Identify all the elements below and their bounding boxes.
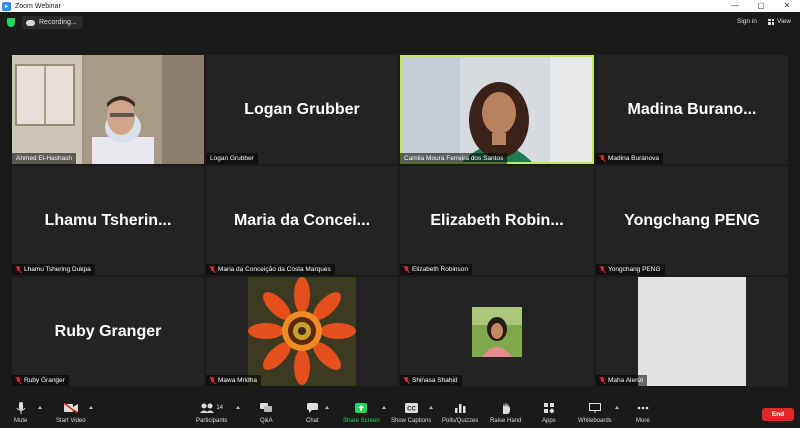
participant-video bbox=[12, 55, 204, 164]
participant-tile-mawa[interactable]: Mawa Mridha bbox=[206, 277, 398, 386]
participant-display-name: Lhamu Tsherin... bbox=[44, 211, 172, 229]
participant-name-label: Maria da Conceição da Costa Marques bbox=[206, 264, 335, 275]
whiteboards-options-caret[interactable] bbox=[615, 406, 619, 409]
muted-mic-icon bbox=[600, 266, 605, 273]
raise-hand-icon bbox=[501, 402, 511, 414]
muted-mic-icon bbox=[16, 266, 21, 273]
svg-text:CC: CC bbox=[407, 407, 416, 413]
participant-name-label: Yongchang PENG bbox=[596, 264, 665, 275]
participant-tile-logan[interactable]: Logan Grubber Logan Grubber bbox=[206, 55, 398, 164]
participants-count: 14 bbox=[216, 405, 224, 411]
participant-display-name: Elizabeth Robin... bbox=[430, 211, 564, 229]
window-controls: — ▢ ✕ bbox=[722, 0, 800, 12]
polls-button[interactable]: Polls/Quizzes bbox=[442, 402, 478, 424]
mute-options-caret[interactable] bbox=[38, 406, 42, 409]
participants-button[interactable]: 14 Participants bbox=[196, 402, 227, 424]
chat-options-caret[interactable] bbox=[325, 406, 329, 409]
participant-tile-ruby[interactable]: Ruby Granger Ruby Granger bbox=[12, 277, 204, 386]
captions-icon: CC bbox=[404, 402, 418, 414]
video-off-icon bbox=[63, 402, 78, 414]
sign-in-link[interactable]: Sign in bbox=[737, 18, 757, 25]
polls-icon bbox=[454, 402, 466, 414]
participant-name-label: Elizabeth Robinson bbox=[400, 264, 473, 275]
muted-mic-icon bbox=[16, 377, 21, 384]
window-titlebar: ▸ Zoom Webinar — ▢ ✕ bbox=[0, 0, 800, 12]
participant-name-label: Logan Grubber bbox=[206, 153, 258, 164]
muted-mic-icon bbox=[600, 377, 605, 384]
raise-hand-button[interactable]: Raise Hand bbox=[490, 402, 521, 424]
profile-picture-flower bbox=[206, 277, 398, 386]
more-icon bbox=[637, 402, 649, 414]
participant-name-label: Madina Buranova bbox=[596, 153, 663, 164]
participants-options-caret[interactable] bbox=[236, 406, 240, 409]
participant-name-label: Ruby Granger bbox=[12, 375, 69, 386]
whiteboard-icon bbox=[588, 402, 601, 414]
muted-mic-icon bbox=[210, 266, 215, 273]
apps-button[interactable]: Apps bbox=[542, 402, 556, 424]
participant-name-label: Ahmed El-Hashash bbox=[12, 153, 76, 164]
captions-options-caret[interactable] bbox=[429, 406, 433, 409]
participants-icon: 14 bbox=[200, 402, 223, 414]
muted-mic-icon bbox=[600, 155, 605, 162]
share-screen-icon bbox=[355, 402, 368, 414]
chat-icon bbox=[306, 402, 318, 414]
participant-display-name: Ruby Granger bbox=[54, 322, 162, 340]
participant-tile-maria[interactable]: Maria da Concei... Maria da Conceição da… bbox=[206, 166, 398, 275]
participant-tile-maha[interactable]: Maha Alenzi bbox=[596, 277, 788, 386]
profile-picture bbox=[596, 277, 788, 386]
participant-tile-ahmed[interactable]: Ahmed El-Hashash bbox=[12, 55, 204, 164]
end-button[interactable]: End bbox=[762, 408, 794, 421]
muted-mic-icon bbox=[404, 266, 409, 273]
mute-button[interactable]: Mute bbox=[14, 402, 27, 424]
meeting-toolbar: Mute Start Video 14 Participants Q&A Cha… bbox=[0, 399, 800, 428]
cloud-icon bbox=[26, 19, 35, 26]
chat-button[interactable]: Chat bbox=[306, 402, 319, 424]
video-options-caret[interactable] bbox=[89, 406, 93, 409]
participant-display-name: Logan Grubber bbox=[244, 100, 360, 118]
close-button[interactable]: ✕ bbox=[774, 0, 800, 12]
participant-display-name: Madina Burano... bbox=[627, 100, 757, 118]
participant-name-label: Camila Moura Ferreira dos Santos bbox=[400, 153, 508, 164]
window-title: Zoom Webinar bbox=[15, 2, 61, 10]
apps-icon bbox=[543, 402, 554, 414]
participant-tile-madina[interactable]: Madina Burano... Madina Buranova bbox=[596, 55, 788, 164]
participant-tile-camila[interactable]: Camila Moura Ferreira dos Santos bbox=[400, 55, 594, 164]
meeting-topbar: Recording... Sign in View bbox=[0, 12, 800, 32]
minimize-button[interactable]: — bbox=[722, 0, 748, 12]
participant-tile-shinasa[interactable]: Shinasa Shahid bbox=[400, 277, 594, 386]
grid-icon bbox=[768, 18, 774, 25]
participant-name-label: Maha Alenzi bbox=[596, 375, 648, 386]
profile-picture bbox=[400, 277, 594, 386]
share-options-caret[interactable] bbox=[382, 406, 386, 409]
shield-icon[interactable] bbox=[7, 18, 15, 27]
participant-tile-yongchang[interactable]: Yongchang PENG Yongchang PENG bbox=[596, 166, 788, 275]
participant-display-name: Maria da Concei... bbox=[233, 211, 371, 229]
participant-name-label: Mawa Mridha bbox=[206, 375, 262, 386]
recording-label: Recording... bbox=[39, 19, 77, 26]
participant-tile-lhamu[interactable]: Lhamu Tsherin... Lhamu Tshering Dukpa bbox=[12, 166, 204, 275]
maximize-button[interactable]: ▢ bbox=[748, 0, 774, 12]
start-video-button[interactable]: Start Video bbox=[56, 402, 86, 424]
participant-name-label: Shinasa Shahid bbox=[400, 375, 462, 386]
muted-mic-icon bbox=[210, 377, 215, 384]
muted-mic-icon bbox=[404, 377, 409, 384]
participant-display-name: Yongchang PENG bbox=[624, 211, 760, 229]
view-button[interactable]: View bbox=[768, 18, 791, 25]
recording-indicator[interactable]: Recording... bbox=[22, 16, 83, 29]
participant-tile-elizabeth[interactable]: Elizabeth Robin... Elizabeth Robinson bbox=[400, 166, 594, 275]
microphone-icon bbox=[16, 402, 26, 414]
show-captions-button[interactable]: CC Show Captions bbox=[391, 402, 431, 424]
qa-button[interactable]: Q&A bbox=[260, 402, 273, 424]
more-button[interactable]: More bbox=[636, 402, 650, 424]
share-screen-button[interactable]: Share Screen bbox=[343, 402, 380, 424]
participant-video bbox=[400, 55, 594, 164]
zoom-app-icon: ▸ bbox=[2, 1, 11, 11]
whiteboards-button[interactable]: Whiteboards bbox=[578, 402, 612, 424]
qa-icon bbox=[260, 402, 273, 414]
participant-name-label: Lhamu Tshering Dukpa bbox=[12, 264, 95, 275]
view-label: View bbox=[777, 18, 791, 25]
